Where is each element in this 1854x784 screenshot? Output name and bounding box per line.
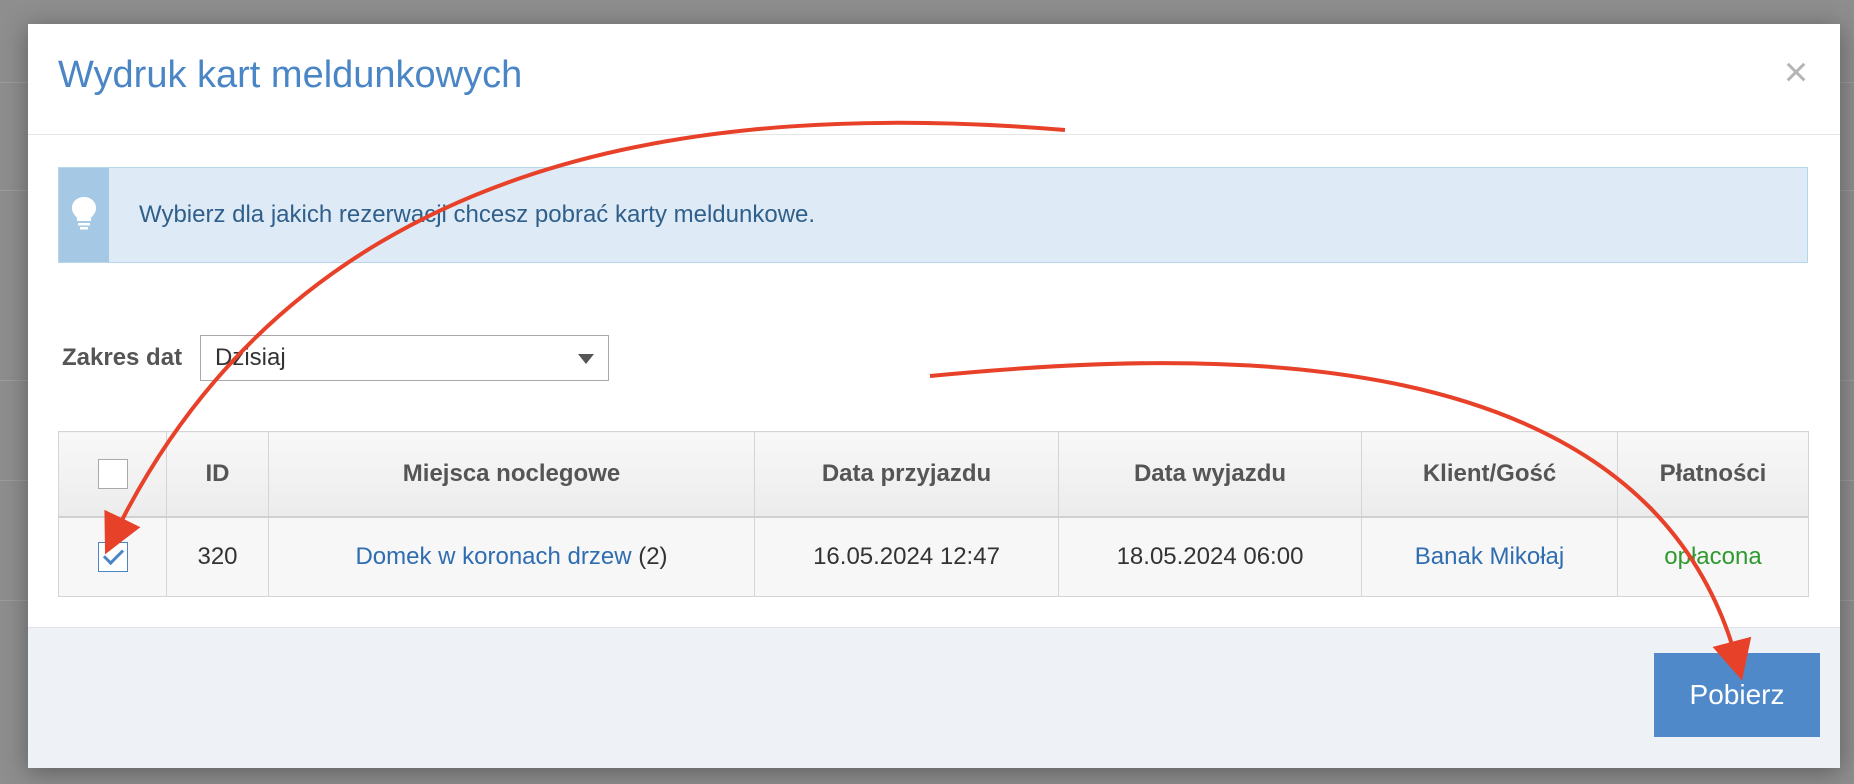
column-header-client: Klient/Gość [1361, 431, 1618, 518]
date-range-value: Dzisiaj [215, 344, 286, 371]
column-header-departure: Data wyjazdu [1058, 431, 1362, 518]
client-link[interactable]: Banak Mikołaj [1415, 543, 1564, 570]
modal-title: Wydruk kart meldunkowych [58, 54, 523, 96]
row-select-cell [58, 516, 167, 597]
column-header-places: Miejsca noclegowe [268, 431, 755, 518]
table-header-row: ID Miejsca noclegowe Data przyjazdu Data… [58, 431, 1809, 518]
reservation-id: 320 [166, 516, 269, 597]
payment-status: opłacona [1664, 543, 1762, 570]
column-header-arrival: Data przyjazdu [754, 431, 1059, 518]
column-header-payments: Płatności [1617, 431, 1809, 518]
place-count: (2) [638, 543, 668, 570]
payment-cell: opłacona [1617, 516, 1809, 597]
chevron-down-icon [578, 354, 594, 364]
place-cell: Domek w koronach drzew (2) [268, 516, 755, 597]
select-all-header [58, 431, 167, 518]
column-header-id: ID [166, 431, 269, 518]
place-link[interactable]: Domek w koronach drzew [355, 543, 631, 570]
modal-header: Wydruk kart meldunkowych × [28, 24, 1840, 135]
client-cell: Banak Mikołaj [1361, 516, 1618, 597]
download-button[interactable]: Pobierz [1654, 653, 1820, 737]
close-icon[interactable]: × [1776, 51, 1816, 93]
info-icon-bar [59, 168, 109, 262]
info-message: Wybierz dla jakich rezerwacji chcesz pob… [139, 201, 816, 228]
table-row: 320 Domek w koronach drzew (2) 16.05.202… [58, 516, 1809, 597]
modal-footer: Pobierz [28, 627, 1840, 768]
info-alert: Wybierz dla jakich rezerwacji chcesz pob… [58, 167, 1808, 263]
departure-date: 18.05.2024 06:00 [1058, 516, 1362, 597]
date-range-select[interactable]: Dzisiaj [200, 335, 609, 381]
lightbulb-icon [71, 196, 97, 235]
checkin-cards-modal: Wydruk kart meldunkowych × Wybierz dla j… [28, 24, 1840, 768]
date-range-label: Zakres dat [62, 344, 183, 371]
row-checkbox[interactable] [97, 542, 128, 572]
select-all-checkbox[interactable] [97, 459, 128, 489]
arrival-date: 16.05.2024 12:47 [754, 516, 1059, 597]
reservations-table: ID Miejsca noclegowe Data przyjazdu Data… [58, 431, 1809, 597]
